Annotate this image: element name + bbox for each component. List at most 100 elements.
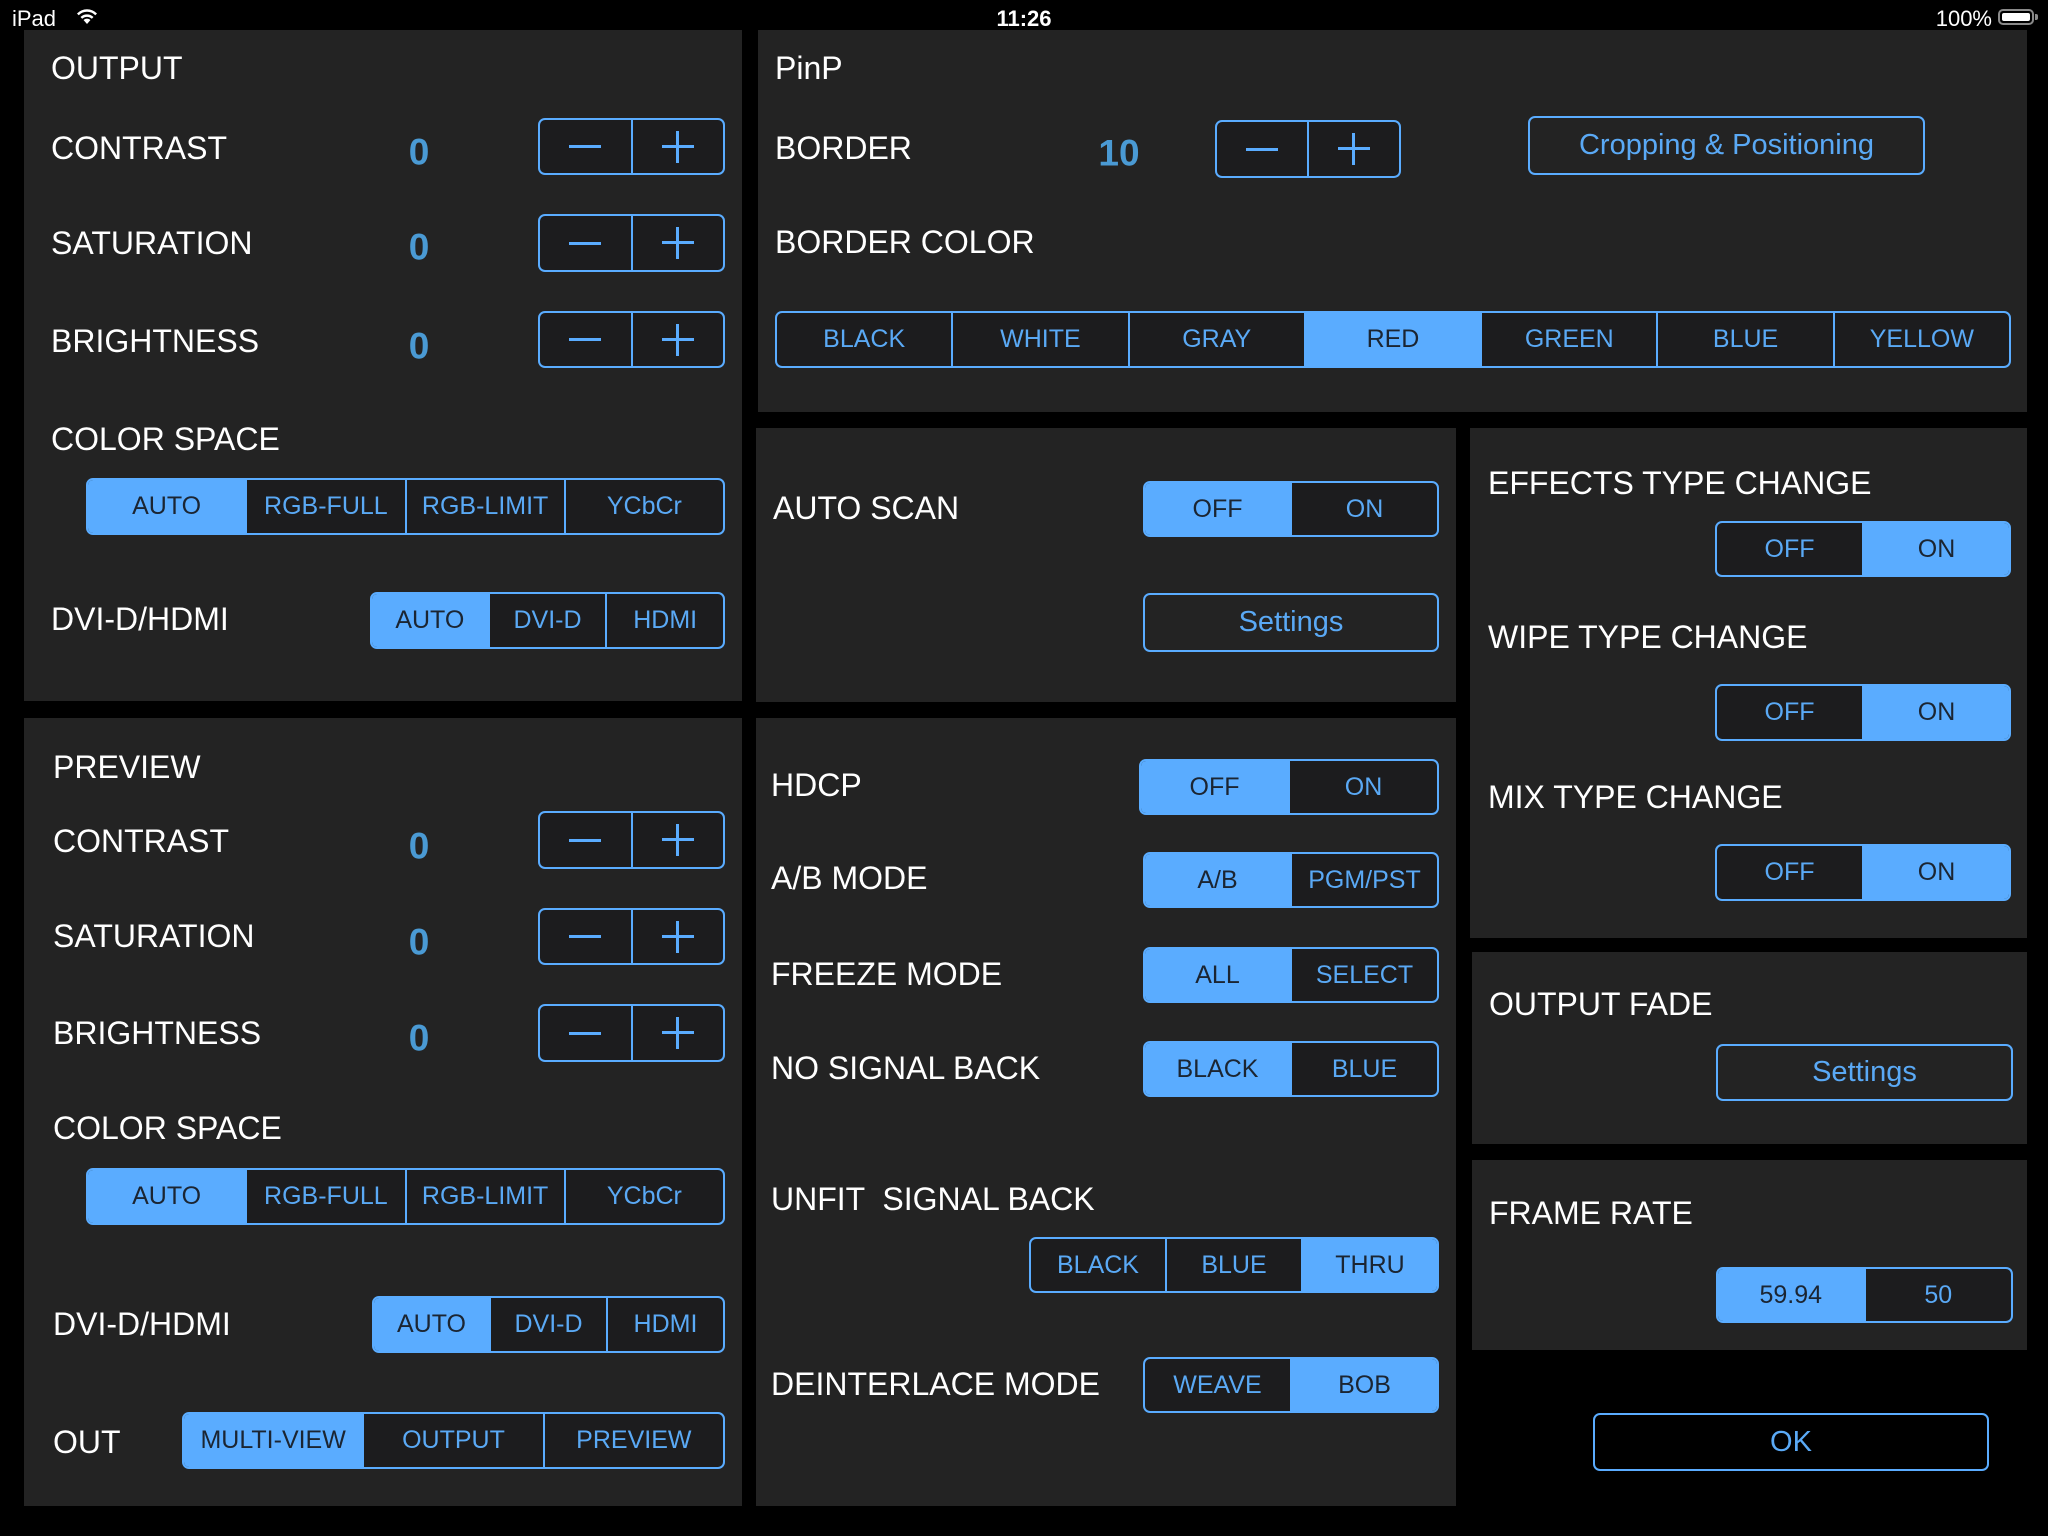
preview-dvi-hdmi-segment[interactable]: AUTO DVI-D HDMI <box>372 1296 725 1353</box>
preview-contrast-value: 0 <box>408 825 430 867</box>
segment-option-on[interactable]: ON <box>1862 846 2009 899</box>
pinp-title: PinP <box>775 50 843 86</box>
segment-option-bob[interactable]: BOB <box>1290 1359 1437 1411</box>
decrement-button[interactable] <box>540 1006 631 1060</box>
segment-option-black[interactable]: BLACK <box>777 313 951 366</box>
segment-option-off[interactable]: OFF <box>1145 483 1290 535</box>
segment-option-a-b[interactable]: A/B <box>1145 854 1290 906</box>
segment-option-off[interactable]: OFF <box>1717 523 1862 575</box>
increment-button[interactable] <box>630 1006 724 1060</box>
pinp-border-label: BORDER <box>775 130 912 166</box>
segment-option-all[interactable]: ALL <box>1145 949 1290 1001</box>
segment-option-auto[interactable]: AUTO <box>88 1170 246 1223</box>
segment-option-ycbcr[interactable]: YCbCr <box>563 1170 723 1223</box>
effects-type-change-segment[interactable]: OFF ON <box>1715 521 2011 577</box>
segment-option-white[interactable]: WHITE <box>951 313 1127 366</box>
segment-option-output[interactable]: OUTPUT <box>362 1414 542 1467</box>
segment-option-auto[interactable]: AUTO <box>372 594 488 647</box>
decrement-button[interactable] <box>540 813 631 867</box>
increment-button[interactable] <box>630 813 724 867</box>
deinterlace-mode-segment[interactable]: WEAVE BOB <box>1143 1357 1439 1413</box>
decrement-button[interactable] <box>540 216 631 270</box>
segment-option-ycbcr[interactable]: YCbCr <box>563 480 723 533</box>
output-fade-settings-button[interactable]: Settings <box>1716 1044 2013 1101</box>
minus-icon <box>569 935 602 938</box>
segment-option-auto[interactable]: AUTO <box>374 1298 489 1351</box>
output-dvi-hdmi-label: DVI-D/HDMI <box>51 601 229 637</box>
segment-option-rgb-full[interactable]: RGB-FULL <box>245 480 404 533</box>
preview-out-segment[interactable]: MULTI-VIEW OUTPUT PREVIEW <box>182 1412 725 1469</box>
segment-option-black[interactable]: BLACK <box>1031 1239 1165 1291</box>
segment-option-green[interactable]: GREEN <box>1480 313 1656 366</box>
segment-option-pgm-pst[interactable]: PGM/PST <box>1290 854 1437 906</box>
segment-option-rgb-full[interactable]: RGB-FULL <box>245 1170 404 1223</box>
increment-button[interactable] <box>1307 122 1399 176</box>
preview-saturation-stepper[interactable] <box>538 908 725 965</box>
segment-option-on[interactable]: ON <box>1288 761 1437 813</box>
segment-option-select[interactable]: SELECT <box>1290 949 1437 1001</box>
segment-option-auto[interactable]: AUTO <box>88 480 246 533</box>
cropping-positioning-button[interactable]: Cropping & Positioning <box>1528 116 1925 175</box>
preview-color-space-segment[interactable]: AUTO RGB-FULL RGB-LIMIT YCbCr <box>86 1168 725 1225</box>
segment-option-thru[interactable]: THRU <box>1301 1239 1437 1291</box>
decrement-button[interactable] <box>540 910 631 963</box>
freeze-mode-segment[interactable]: ALL SELECT <box>1143 947 1439 1003</box>
segment-option-rgb-limit[interactable]: RGB-LIMIT <box>404 1170 564 1223</box>
segment-option-weave[interactable]: WEAVE <box>1145 1359 1290 1411</box>
output-contrast-stepper[interactable] <box>538 118 725 175</box>
clock: 11:26 <box>996 6 1052 31</box>
preview-contrast-stepper[interactable] <box>538 811 725 869</box>
increment-button[interactable] <box>630 910 724 963</box>
segment-option-on[interactable]: ON <box>1862 523 2009 575</box>
segment-option-rgb-limit[interactable]: RGB-LIMIT <box>404 480 564 533</box>
segment-option-hdmi[interactable]: HDMI <box>606 1298 723 1351</box>
segment-option-59-94[interactable]: 59.94 <box>1718 1269 1864 1321</box>
segment-option-multi-view[interactable]: MULTI-VIEW <box>184 1414 363 1467</box>
segment-option-yellow[interactable]: YELLOW <box>1832 313 2009 366</box>
preview-saturation-value: 0 <box>408 921 430 963</box>
no-signal-back-segment[interactable]: BLACK BLUE <box>1143 1041 1439 1097</box>
mix-type-change-segment[interactable]: OFF ON <box>1715 844 2011 901</box>
segment-option-preview[interactable]: PREVIEW <box>542 1414 723 1467</box>
pinp-border-color-segment[interactable]: BLACK WHITE GRAY RED GREEN BLUE YELLOW <box>775 311 2011 368</box>
increment-button[interactable] <box>630 120 724 173</box>
segment-option-off[interactable]: OFF <box>1717 846 1862 899</box>
segment-option-gray[interactable]: GRAY <box>1127 313 1304 366</box>
hdcp-segment[interactable]: OFF ON <box>1139 759 1439 815</box>
output-color-space-segment[interactable]: AUTO RGB-FULL RGB-LIMIT YCbCr <box>86 478 725 535</box>
segment-option-red[interactable]: RED <box>1303 313 1481 366</box>
increment-button[interactable] <box>630 216 724 270</box>
decrement-button[interactable] <box>540 120 631 173</box>
unfit-signal-back-label: UNFIT SIGNAL BACK <box>771 1181 1095 1217</box>
wipe-type-change-label: WIPE TYPE CHANGE <box>1488 619 1808 655</box>
wipe-type-change-segment[interactable]: OFF ON <box>1715 684 2011 741</box>
output-dvi-hdmi-segment[interactable]: AUTO DVI-D HDMI <box>370 592 725 649</box>
auto-scan-settings-button[interactable]: Settings <box>1143 593 1439 652</box>
segment-option-off[interactable]: OFF <box>1717 686 1862 739</box>
ab-mode-segment[interactable]: A/B PGM/PST <box>1143 852 1439 908</box>
pinp-border-stepper[interactable] <box>1215 120 1401 178</box>
output-saturation-stepper[interactable] <box>538 214 725 272</box>
decrement-button[interactable] <box>1217 122 1307 176</box>
output-brightness-stepper[interactable] <box>538 311 725 368</box>
segment-option-hdmi[interactable]: HDMI <box>605 594 723 647</box>
unfit-signal-back-segment[interactable]: BLACK BLUE THRU <box>1029 1237 1439 1293</box>
segment-option-on[interactable]: ON <box>1862 686 2009 739</box>
segment-option-black[interactable]: BLACK <box>1145 1043 1290 1095</box>
segment-option-blue[interactable]: BLUE <box>1290 1043 1437 1095</box>
segment-option-on[interactable]: ON <box>1290 483 1437 535</box>
segment-option-blue[interactable]: BLUE <box>1656 313 1832 366</box>
segment-option-blue[interactable]: BLUE <box>1165 1239 1301 1291</box>
auto-scan-segment[interactable]: OFF ON <box>1143 481 1439 537</box>
frame-rate-segment[interactable]: 59.94 50 <box>1716 1267 2013 1323</box>
preview-brightness-stepper[interactable] <box>538 1004 725 1062</box>
segment-option-dvi-d[interactable]: DVI-D <box>487 594 606 647</box>
effects-type-change-label: EFFECTS TYPE CHANGE <box>1488 465 1872 501</box>
segment-option-off[interactable]: OFF <box>1141 761 1288 813</box>
segment-option-dvi-d[interactable]: DVI-D <box>489 1298 606 1351</box>
increment-button[interactable] <box>630 313 724 366</box>
decrement-button[interactable] <box>540 313 631 366</box>
segment-option-50[interactable]: 50 <box>1863 1269 2012 1321</box>
ok-button[interactable]: OK <box>1593 1413 1989 1471</box>
minus-icon <box>569 241 602 245</box>
